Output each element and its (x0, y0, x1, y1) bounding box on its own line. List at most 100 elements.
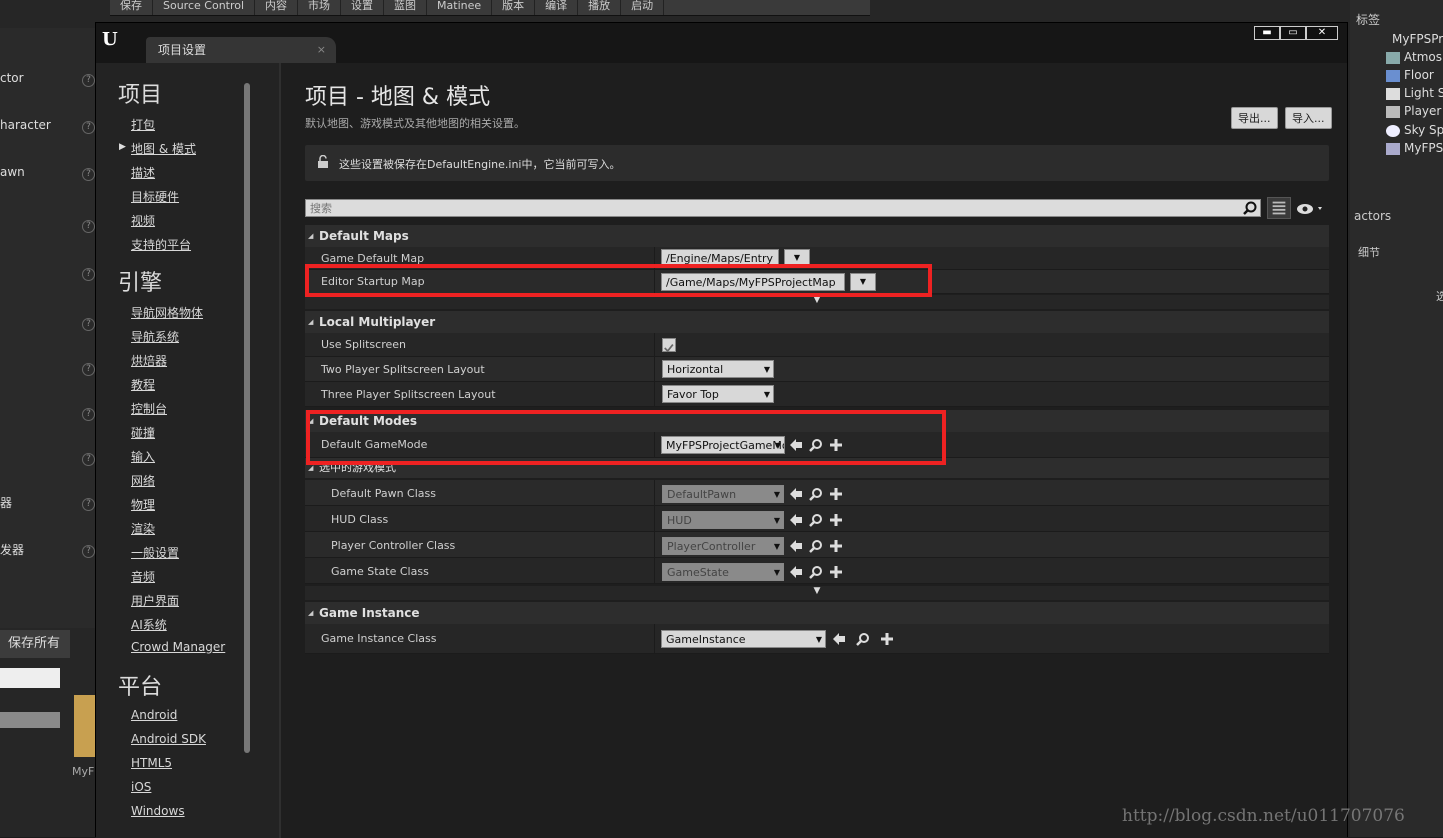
help-icon[interactable]: ? (82, 363, 95, 376)
tab-project-settings[interactable]: 项目设置 × (146, 37, 336, 63)
player-controller-class-select[interactable]: PlayerController ▼ (662, 537, 784, 555)
outliner-item[interactable]: Player S (1404, 104, 1443, 118)
sidebar-item-ios[interactable]: iOS (131, 780, 151, 794)
use-splitscreen-checkbox[interactable] (662, 338, 676, 353)
content-search-input[interactable] (0, 668, 60, 688)
content-folder-row[interactable] (0, 712, 60, 728)
advanced-expander-icon[interactable]: ▼ (305, 586, 1329, 600)
game-state-class-select[interactable]: GameState ▼ (662, 563, 784, 581)
outliner-item[interactable]: MyFPSPr (1392, 32, 1443, 46)
help-icon[interactable]: ? (82, 318, 95, 331)
export-button[interactable]: 导出... (1231, 107, 1278, 129)
three-player-layout-select[interactable]: Favor Top ▼ (662, 385, 774, 403)
add-plus-icon[interactable] (829, 539, 843, 553)
modes-item[interactable]: awn (0, 165, 25, 179)
close-button[interactable]: ✕ (1306, 26, 1338, 40)
sidebar-item-tutorials[interactable]: 教程 (131, 376, 155, 393)
modes-item[interactable]: 器 (0, 494, 12, 511)
minimize-button[interactable]: ▬ (1254, 26, 1280, 40)
sidebar-item-navmesh[interactable]: 导航网格物体 (131, 304, 203, 321)
add-plus-icon[interactable] (880, 632, 894, 646)
add-plus-icon[interactable] (829, 565, 843, 579)
sidebar-item-packaging[interactable]: 打包 (131, 116, 155, 133)
toolbar-compile[interactable]: 编译 (535, 0, 579, 15)
toolbar-blueprints[interactable]: 蓝图 (384, 0, 428, 15)
help-icon[interactable]: ? (82, 268, 95, 281)
browse-search-icon[interactable] (809, 539, 823, 553)
sidebar-item-network[interactable]: 网络 (131, 472, 155, 489)
toolbar-content[interactable]: 内容 (255, 0, 299, 15)
sidebar-item-android-sdk[interactable]: Android SDK (131, 732, 206, 746)
sidebar-item-crowd-manager[interactable]: Crowd Manager (131, 640, 225, 654)
help-icon[interactable]: ? (82, 453, 95, 466)
sidebar-item-target-hardware[interactable]: 目标硬件 (131, 188, 179, 205)
category-local-multiplayer[interactable]: Local Multiplayer (305, 311, 1329, 333)
sidebar-item-nav-system[interactable]: 导航系统 (131, 328, 179, 345)
sidebar-item-audio[interactable]: 音频 (131, 568, 155, 585)
import-button[interactable]: 导入... (1285, 107, 1332, 129)
browse-search-icon[interactable] (809, 513, 823, 527)
sidebar-item-input[interactable]: 输入 (131, 448, 155, 465)
advanced-expander-icon[interactable]: ▼ (305, 295, 1329, 309)
help-icon[interactable]: ? (82, 74, 95, 87)
two-player-layout-select[interactable]: Horizontal ▼ (662, 360, 774, 378)
browse-search-icon[interactable] (856, 632, 870, 646)
toolbar-launch[interactable]: 启动 (621, 0, 665, 15)
use-selected-arrow-icon[interactable] (789, 487, 803, 501)
category-default-maps[interactable]: Default Maps (305, 225, 1329, 247)
sidebar-item-movies[interactable]: 视频 (131, 212, 155, 229)
toolbar-save[interactable]: 保存 (110, 0, 153, 15)
sidebar-item-maps-modes[interactable]: 地图 & 模式 (131, 140, 196, 157)
sidebar-item-collision[interactable]: 碰撞 (131, 424, 155, 441)
use-selected-arrow-icon[interactable] (789, 539, 803, 553)
outliner-item[interactable]: Floor (1404, 68, 1434, 82)
add-plus-icon[interactable] (829, 487, 843, 501)
toolbar-marketplace[interactable]: 市场 (298, 0, 342, 15)
toolbar-source-control[interactable]: Source Control (153, 0, 256, 15)
search-box[interactable] (305, 199, 1261, 217)
sidebar-item-supported-platforms[interactable]: 支持的平台 (131, 236, 191, 253)
sidebar-item-cooker[interactable]: 烘焙器 (131, 352, 167, 369)
sidebar-scrollbar[interactable] (244, 83, 250, 753)
sidebar-item-html5[interactable]: HTML5 (131, 756, 172, 770)
help-icon[interactable]: ? (82, 220, 95, 233)
modes-item[interactable]: ctor (0, 71, 24, 85)
outliner-item[interactable]: Sky Sph (1404, 123, 1443, 137)
use-selected-arrow-icon[interactable] (789, 513, 803, 527)
modes-item[interactable]: haracter (0, 118, 51, 132)
search-icon[interactable] (1243, 201, 1257, 215)
help-icon[interactable]: ? (82, 408, 95, 421)
sidebar-item-physics[interactable]: 物理 (131, 496, 155, 513)
help-icon[interactable]: ? (82, 168, 95, 181)
search-input[interactable] (306, 200, 1236, 216)
toolbar-build[interactable]: 版本 (492, 0, 536, 15)
game-instance-class-select[interactable]: GameInstance ▼ (661, 630, 826, 648)
add-plus-icon[interactable] (829, 513, 843, 527)
help-icon[interactable]: ? (82, 121, 95, 134)
window-titlebar[interactable]: U 项目设置 × ▬ ▭ ✕ (96, 23, 1347, 63)
outliner-item[interactable]: Atmosp (1404, 50, 1443, 64)
sidebar-item-general-settings[interactable]: 一般设置 (131, 544, 179, 561)
sidebar-item-android[interactable]: Android (131, 708, 177, 722)
use-selected-arrow-icon[interactable] (832, 632, 846, 646)
toolbar-matinee[interactable]: Matinee (427, 0, 493, 15)
modes-item[interactable]: 发器 (0, 541, 24, 558)
maximize-button[interactable]: ▭ (1280, 26, 1306, 40)
sidebar-item-description[interactable]: 描述 (131, 164, 155, 181)
use-selected-arrow-icon[interactable] (789, 565, 803, 579)
browse-search-icon[interactable] (809, 487, 823, 501)
eye-icon[interactable] (1296, 202, 1326, 216)
help-icon[interactable]: ? (82, 545, 95, 558)
hud-class-select[interactable]: HUD ▼ (662, 511, 784, 529)
details-tab[interactable]: 细节 (1358, 244, 1380, 260)
outliner-item[interactable]: Light S (1404, 86, 1443, 100)
sidebar-item-user-interface[interactable]: 用户界面 (131, 592, 179, 609)
help-icon[interactable]: ? (82, 498, 95, 511)
sidebar-item-windows[interactable]: Windows (131, 804, 185, 818)
asset-thumbnail[interactable] (74, 695, 96, 757)
save-all-button[interactable]: 保存所有 (0, 630, 70, 658)
sidebar-item-console[interactable]: 控制台 (131, 400, 167, 417)
toolbar-play[interactable]: 播放 (578, 0, 622, 15)
default-pawn-class-select[interactable]: DefaultPawn ▼ (662, 485, 784, 503)
category-game-instance[interactable]: Game Instance (305, 602, 1329, 624)
